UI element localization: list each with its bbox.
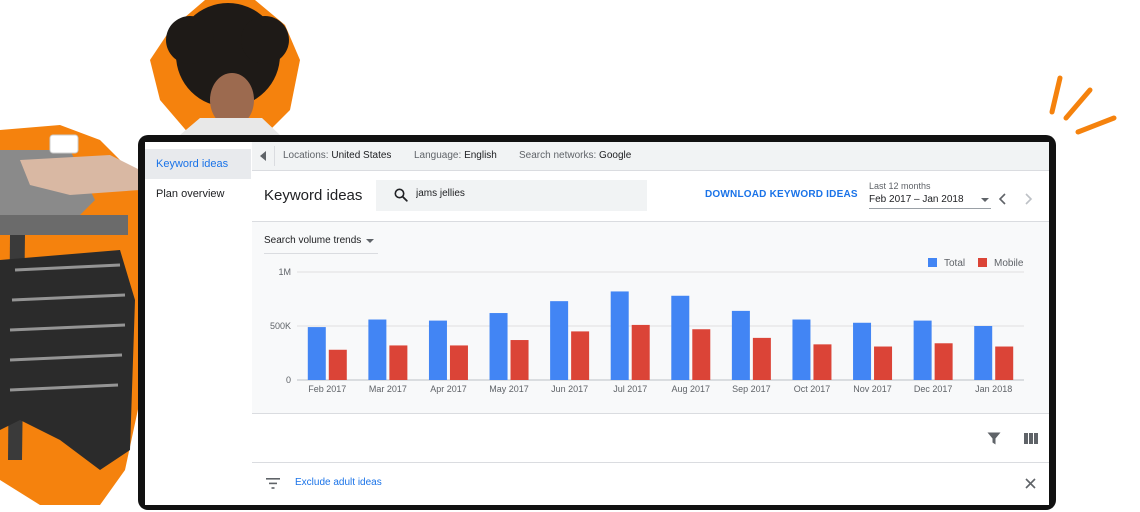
location-value: United States xyxy=(331,150,392,161)
bar-mobile xyxy=(449,345,468,380)
bar-total xyxy=(489,313,508,380)
search-icon xyxy=(394,188,408,202)
chevron-down-icon xyxy=(981,198,989,202)
sidebar-item-keyword-ideas[interactable]: Keyword ideas xyxy=(145,149,251,179)
bar-mobile xyxy=(692,329,711,380)
x-tick-label: Aug 2017 xyxy=(672,384,711,394)
y-tick-label: 500K xyxy=(270,321,291,331)
y-tick-label: 0 xyxy=(286,375,291,385)
x-tick-label: Jan 2018 xyxy=(975,384,1012,394)
accent-stroke xyxy=(1063,87,1093,121)
prev-period-button[interactable] xyxy=(998,193,1008,207)
bar-total xyxy=(853,322,872,380)
x-tick-label: Jun 2017 xyxy=(551,384,588,394)
x-tick-label: May 2017 xyxy=(489,384,529,394)
legend-swatch-total xyxy=(928,258,937,267)
keyword-search-box[interactable] xyxy=(376,180,647,211)
search-volume-chart: 0 500K 1M Feb 2017 Mar 2017 Apr 2017 May 2017 J… xyxy=(270,258,1024,394)
bar-total xyxy=(792,319,811,380)
collapse-sidebar-icon[interactable] xyxy=(260,151,266,161)
y-tick-label: 1M xyxy=(278,267,291,277)
page-header: Keyword ideas DOWNLOAD KEYWORD IDEAS Las… xyxy=(252,171,1049,222)
chevron-right-icon xyxy=(1025,193,1033,205)
bar-mobile xyxy=(934,343,953,380)
bar-total xyxy=(368,319,387,380)
networks-label: Search networks: xyxy=(519,150,597,161)
chevron-left-icon xyxy=(998,193,1006,205)
filter-bar: Locations: United States Language: Engli… xyxy=(252,142,1049,171)
bar-total xyxy=(428,320,447,380)
x-tick-label: Feb 2017 xyxy=(308,384,346,394)
bar-total xyxy=(550,301,569,380)
bar-mobile xyxy=(389,345,408,380)
networks-filter[interactable]: Search networks: Google xyxy=(519,150,631,161)
language-filter[interactable]: Language: English xyxy=(414,150,497,161)
bar-total xyxy=(610,291,629,380)
bar-total xyxy=(731,310,750,380)
bar-mobile xyxy=(813,344,832,380)
bar-mobile xyxy=(328,349,347,380)
bar-mobile xyxy=(874,346,893,380)
table-toolbar xyxy=(252,414,1049,463)
keyword-planner-screen: Keyword ideas Plan overview Locations: U… xyxy=(145,142,1049,505)
sidebar-item-plan-overview[interactable]: Plan overview xyxy=(145,179,251,209)
hair-shape xyxy=(241,16,289,64)
bar-total xyxy=(974,326,993,380)
exclude-adult-ideas-link[interactable]: Exclude adult ideas xyxy=(295,477,382,488)
x-tick-label: Sep 2017 xyxy=(732,384,771,394)
x-tick-label: Oct 2017 xyxy=(794,384,831,394)
legend-label-total: Total xyxy=(944,258,965,269)
language-value: English xyxy=(464,150,497,161)
bar-mobile xyxy=(510,340,529,380)
x-tick-label: Dec 2017 xyxy=(914,384,953,394)
legend-label-mobile: Mobile xyxy=(994,258,1024,269)
accent-stroke xyxy=(1049,75,1063,115)
language-label: Language: xyxy=(414,150,462,161)
bar-mobile xyxy=(995,346,1014,380)
accent-stroke xyxy=(1075,115,1117,135)
main-panel: Locations: United States Language: Engli… xyxy=(252,142,1049,505)
location-label: Locations: xyxy=(283,150,329,161)
funnel-icon[interactable] xyxy=(987,432,1001,445)
desk-shape xyxy=(0,215,128,235)
divider xyxy=(274,146,275,166)
filter-list-icon xyxy=(266,478,280,489)
download-keyword-ideas-button[interactable]: DOWNLOAD KEYWORD IDEAS xyxy=(705,189,858,200)
coffee-cup-shape xyxy=(49,134,79,154)
close-icon[interactable] xyxy=(1025,478,1036,489)
x-tick-label: Nov 2017 xyxy=(853,384,892,394)
bar-total xyxy=(913,320,932,380)
chart-area: Search volume trends 0 500K 1M Feb 2017 Mar … xyxy=(252,222,1049,414)
networks-value: Google xyxy=(599,150,632,161)
next-period-button[interactable] xyxy=(1023,193,1033,207)
location-filter[interactable]: Locations: United States xyxy=(283,150,391,161)
bar-mobile xyxy=(571,331,590,380)
x-tick-label: Apr 2017 xyxy=(430,384,467,394)
bar-mobile xyxy=(752,337,771,380)
x-tick-label: Jul 2017 xyxy=(613,384,647,394)
date-range-value: Feb 2017 – Jan 2018 xyxy=(869,194,964,205)
bar-mobile xyxy=(631,324,650,380)
hair-shape xyxy=(166,16,214,64)
bar-total xyxy=(307,327,326,380)
date-range-select[interactable]: Feb 2017 – Jan 2018 xyxy=(869,194,991,209)
date-range-label: Last 12 months xyxy=(869,181,931,191)
bar-total xyxy=(671,295,690,380)
exclude-adult-ideas-row: Exclude adult ideas xyxy=(252,463,1049,505)
keyword-search-input[interactable] xyxy=(416,188,636,199)
x-tick-label: Mar 2017 xyxy=(369,384,407,394)
sidebar: Keyword ideas Plan overview xyxy=(145,142,253,505)
page-title: Keyword ideas xyxy=(264,187,363,204)
legend-swatch-mobile xyxy=(978,258,987,267)
columns-icon[interactable] xyxy=(1024,433,1038,444)
